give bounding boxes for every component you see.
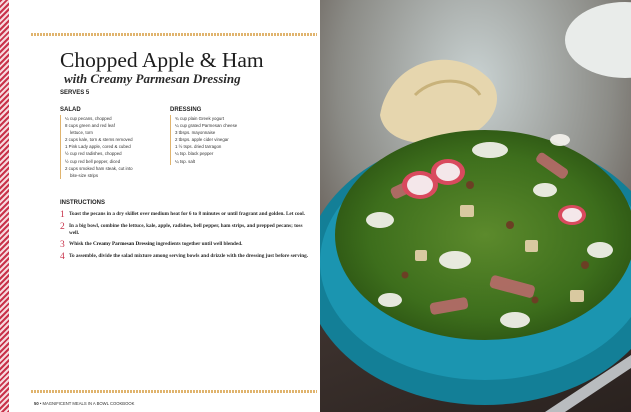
step-text: Toast the pecans in a dry skillet over m…: [69, 211, 305, 217]
ingredient-item: ¼ cup pecans, chopped: [65, 116, 112, 121]
instruction-step: 1 Toast the pecans in a dry skillet over…: [60, 210, 310, 220]
dressing-ingredient-list: ¾ cup plain Greek yogurt ¼ cup grated Pa…: [170, 115, 237, 165]
ingredient-item: 2 cups kale, torn & stems removed: [65, 137, 133, 143]
ingredient-item: ¼ tsp. black pepper: [175, 151, 214, 157]
step-number: 4: [60, 252, 65, 263]
ingredient-item: 2 cups smoked ham steak, cut into: [65, 165, 133, 171]
dressing-heading: DRESSING: [170, 107, 202, 113]
ingredient-item: ½ cup red radishes, chopped: [65, 151, 122, 157]
ingredient-item: ¾ cup plain Greek yogurt: [175, 116, 225, 121]
step-number: 1: [60, 210, 65, 220]
instruction-step: 2 In a big bowl, combine the lettuce, ka…: [60, 222, 310, 236]
instruction-step: 4 To assemble, divide the salad mixture …: [60, 252, 310, 263]
ingredient-item: bite-size strips: [65, 172, 133, 179]
instructions-heading: INSTRUCTIONS: [60, 200, 105, 206]
ingredient-continuation: bite-size strips: [70, 172, 99, 178]
step-text: To assemble, divide the salad mixture am…: [69, 253, 309, 260]
ingredient-item: lettuce, torn: [65, 129, 133, 136]
serves-label: SERVES 5: [60, 90, 90, 96]
ingredient-item: ¼ tsp. salt: [175, 158, 196, 164]
step-text: Whisk the Creamy Parmesan Dressing ingre…: [69, 241, 310, 249]
recipe-subtitle: with Creamy Parmesan Dressing: [64, 71, 241, 86]
ingredient-item: ½ cup red bell pepper, diced: [65, 158, 121, 164]
ingredient-item: 8 cups green and red leaf: [65, 123, 115, 129]
bottom-dotted-rule: [31, 390, 317, 393]
recipe-title: Chopped Apple & Ham: [60, 48, 264, 72]
decorative-stripe-border: [0, 0, 9, 412]
page-number: 50: [34, 401, 39, 406]
step-text-post: ingredients together until well blended.: [154, 240, 243, 247]
step-text-emphasis: Creamy Parmesan Dressing: [92, 240, 155, 247]
ingredient-continuation: lettuce, torn: [70, 130, 93, 136]
step-text-pre: Whisk the: [69, 240, 93, 247]
instruction-step: 3 Whisk the Creamy Parmesan Dressing ing…: [60, 239, 310, 250]
salad-greens: [335, 130, 631, 340]
salad-heading: SALAD: [60, 107, 81, 113]
page-footer: 50 • MAGNIFICENT MEALS IN A BOWL COOKBOO…: [34, 401, 134, 406]
salad-photo: [320, 0, 631, 412]
ingredient-item: ¼ cup grated Parmesan cheese: [175, 123, 238, 129]
ingredient-item: 2 tbsps. apple cider vinegar: [175, 137, 229, 143]
step-text: In a big bowl, combine the lettuce, kale…: [69, 223, 303, 236]
salad-ingredient-list: ¼ cup pecans, chopped 8 cups green and r…: [60, 115, 133, 179]
ingredient-item: 1 ½ tsps. dried tarragon: [175, 144, 222, 150]
book-title: MAGNIFICENT MEALS IN A BOWL COOKBOOK: [42, 401, 135, 406]
step-number: 3: [60, 239, 65, 250]
top-dotted-rule: [31, 33, 317, 36]
step-number: 2: [60, 222, 65, 233]
ingredient-item: 3 tbsps. mayonnaise: [175, 130, 216, 136]
ingredient-item: 1 Pink Lady apple, cored & cubed: [65, 144, 131, 150]
salad-illustration: [320, 0, 631, 412]
instructions-list: 1 Toast the pecans in a dry skillet over…: [60, 210, 310, 265]
recipe-page: Chopped Apple & Ham with Creamy Parmesan…: [9, 0, 320, 412]
